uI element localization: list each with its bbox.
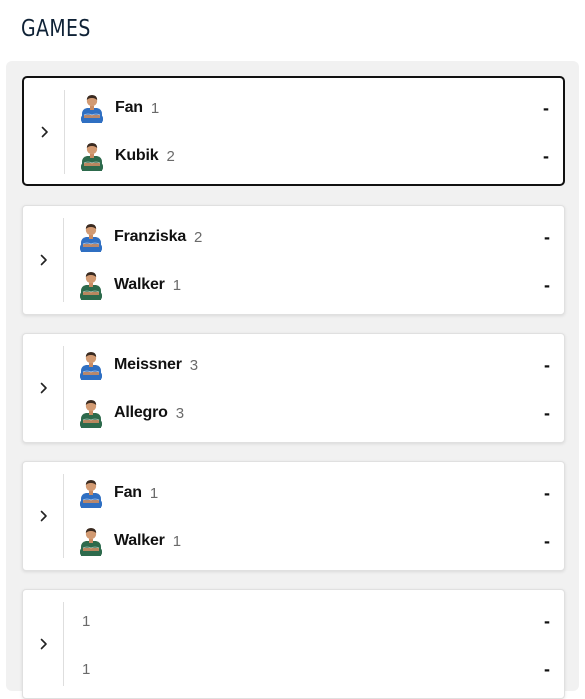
player-score: -	[544, 274, 550, 295]
player-seed: 3	[175, 404, 185, 422]
player-seed: 1	[150, 99, 160, 117]
player-seed: 1	[82, 660, 91, 678]
player-seed: 1	[82, 612, 91, 630]
player-seed: 2	[194, 228, 203, 246]
player-name: Allegro	[114, 404, 168, 421]
player-blue-jersey-icon	[79, 478, 103, 508]
game-card[interactable]: Fan 1 - Walker 1 -	[22, 461, 565, 571]
card-divider	[63, 346, 64, 430]
chevron-right-icon[interactable]	[37, 122, 53, 142]
game-card[interactable]: Fan 1 - Kubik 2 -	[22, 76, 565, 186]
player-row: 1-	[79, 654, 550, 684]
player-name: Walker	[114, 276, 165, 293]
card-divider	[63, 474, 64, 558]
player-name: Franziska	[114, 228, 187, 245]
player-blue-jersey-icon	[79, 222, 103, 252]
chevron-right-icon[interactable]	[36, 634, 52, 654]
player-row: Fan 1 -	[79, 478, 550, 508]
player-green-jersey-icon	[80, 141, 104, 171]
game-card[interactable]: 1-1-	[22, 589, 565, 699]
player-row: Walker 1 -	[79, 526, 550, 556]
game-card[interactable]: Meissner 3 - Allegro 3 -	[22, 333, 565, 443]
player-seed: 3	[189, 356, 199, 374]
player-score: -	[544, 402, 550, 423]
player-green-jersey-icon	[79, 270, 103, 300]
player-blue-jersey-icon	[79, 350, 103, 380]
player-row: Franziska 2 -	[79, 222, 550, 252]
player-score: -	[544, 482, 550, 503]
player-seed: 1	[172, 532, 182, 550]
player-score: -	[544, 658, 550, 679]
player-name: Fan	[114, 484, 142, 501]
player-score: -	[544, 226, 550, 247]
card-divider	[63, 218, 64, 302]
player-row: Walker 1 -	[79, 270, 550, 300]
player-green-jersey-icon	[79, 526, 103, 556]
player-seed: 1	[149, 484, 159, 502]
player-green-jersey-icon	[79, 398, 103, 428]
chevron-right-icon[interactable]	[36, 378, 52, 398]
player-name: Meissner	[114, 356, 182, 373]
card-divider	[63, 602, 64, 686]
game-card[interactable]: Franziska 2 - Walker 1 -	[22, 205, 565, 315]
player-seed: 2	[166, 147, 175, 165]
chevron-right-icon[interactable]	[36, 506, 52, 526]
chevron-right-icon[interactable]	[36, 250, 52, 270]
player-row: 1-	[79, 606, 550, 636]
player-score: -	[544, 354, 550, 375]
player-name: Fan	[115, 99, 143, 116]
player-row: Fan 1 -	[80, 93, 549, 123]
player-blue-jersey-icon	[80, 93, 104, 123]
card-divider	[64, 90, 65, 174]
section-title: GAMES	[21, 16, 91, 42]
player-score: -	[543, 145, 549, 166]
player-seed: 1	[172, 276, 182, 294]
player-score: -	[543, 97, 549, 118]
player-row: Allegro 3 -	[79, 398, 550, 428]
player-score: -	[544, 530, 550, 551]
player-row: Meissner 3 -	[79, 350, 550, 380]
player-score: -	[544, 610, 550, 631]
player-name: Walker	[114, 532, 165, 549]
player-row: Kubik 2 -	[80, 141, 549, 171]
player-name: Kubik	[115, 147, 159, 164]
